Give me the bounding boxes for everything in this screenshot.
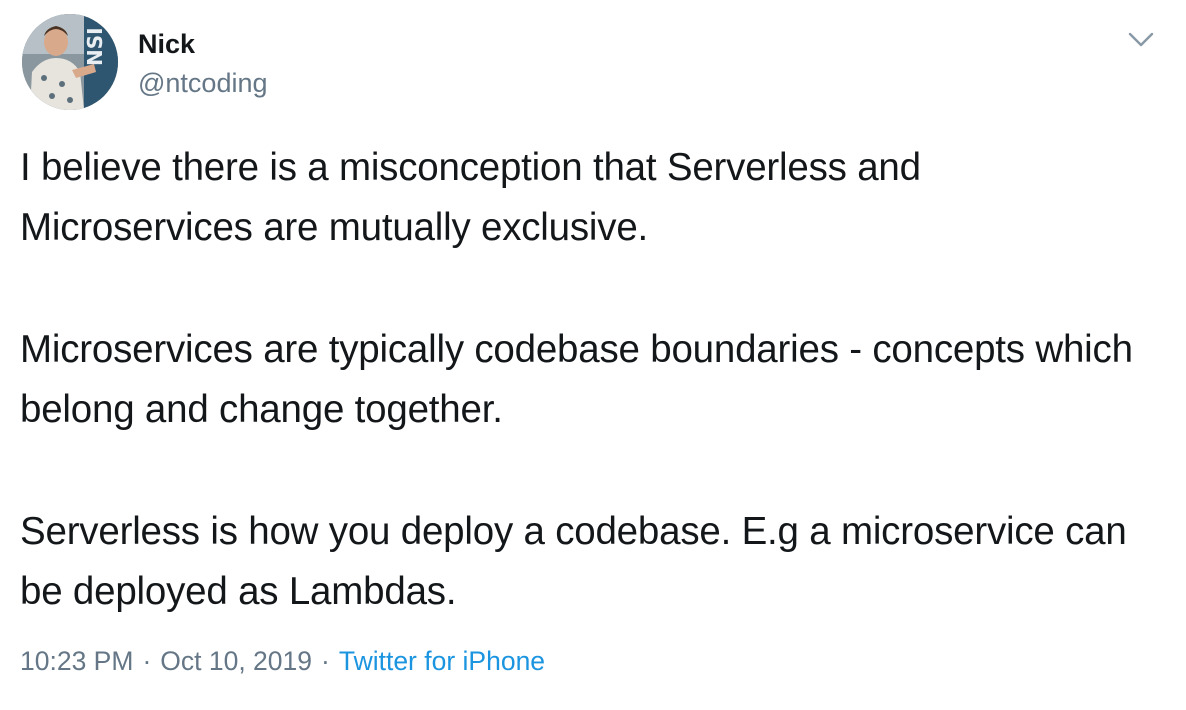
tweet-date[interactable]: Oct 10, 2019 — [160, 646, 312, 676]
meta-separator: · — [142, 646, 152, 676]
tweet-paragraph: Microservices are typically codebase bou… — [20, 328, 1133, 431]
avatar-photo: NSI — [22, 14, 118, 110]
author-name[interactable]: Nick — [138, 27, 195, 61]
avatar[interactable]: NSI — [22, 14, 118, 110]
tweet-paragraph: Serverless is how you deploy a codebase.… — [20, 510, 1127, 613]
meta-separator: · — [321, 646, 330, 676]
chevron-down-icon[interactable] — [1124, 26, 1158, 54]
tweet-source-link[interactable]: Twitter for iPhone — [339, 646, 545, 676]
author-handle[interactable]: @ntcoding — [138, 66, 268, 100]
tweet-text: I believe there is a misconception that … — [20, 138, 1160, 622]
tweet-time[interactable]: 10:23 PM — [20, 646, 133, 676]
tweet-card: NSI Nick @ntcoding I believe there is a … — [0, 0, 1186, 710]
tweet-meta: 10:23 PM · Oct 10, 2019 · Twitter for iPhone — [20, 644, 545, 678]
svg-text:NSI: NSI — [83, 27, 107, 66]
tweet-paragraph: I believe there is a misconception that … — [20, 146, 921, 249]
